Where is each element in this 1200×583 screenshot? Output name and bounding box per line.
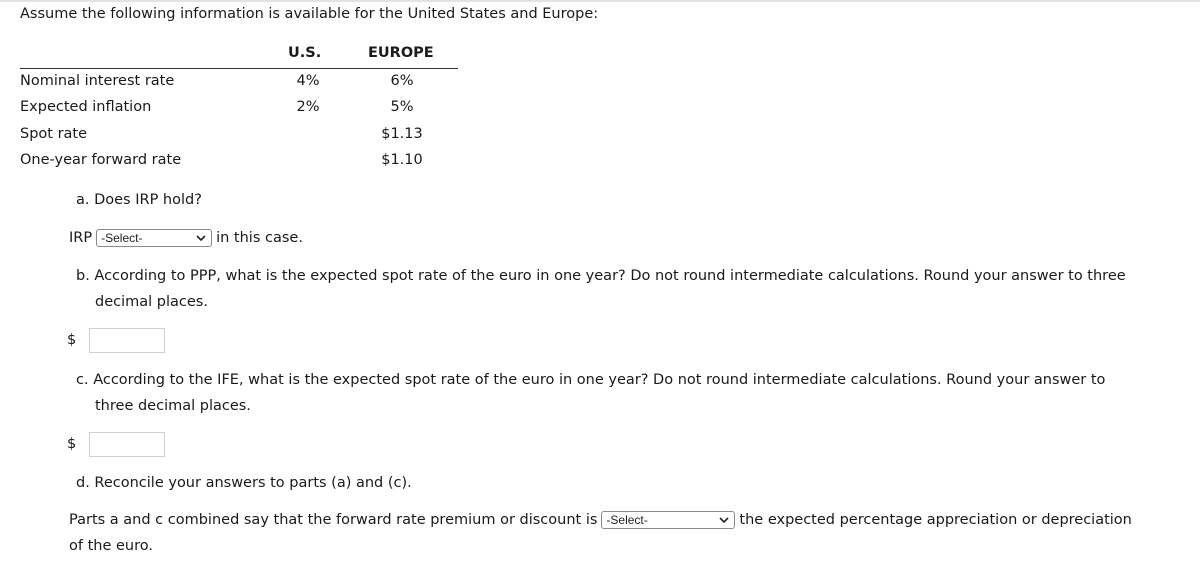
cell-europe: 6%: [390, 73, 414, 89]
forward-premium-select[interactable]: -Select-: [601, 511, 736, 529]
row-label: Expected inflation: [20, 99, 152, 115]
part-d-answer-row: Parts a and c combined say that the forw…: [69, 511, 1132, 529]
table-header-rule: [20, 68, 458, 69]
part-a-suffix: in this case.: [216, 230, 303, 246]
select-value: -Select-: [101, 231, 143, 245]
row-label: One-year forward rate: [20, 152, 182, 168]
table-header-us: U.S.: [288, 45, 322, 61]
table-header-europe: EUROPE: [368, 45, 434, 61]
cell-europe: $1.10: [381, 152, 423, 168]
part-a-answer-row: IRP -Select- in this case.: [69, 229, 303, 247]
part-b-question-line2: decimal places.: [95, 294, 208, 310]
cell-us: 2%: [296, 99, 320, 115]
part-c-question-line2: three decimal places.: [95, 398, 251, 414]
irp-hold-select[interactable]: -Select-: [96, 229, 213, 247]
cell-europe: $1.13: [381, 126, 423, 142]
chevron-down-icon: [719, 517, 729, 524]
row-label: Nominal interest rate: [20, 73, 175, 89]
cell-us: 4%: [296, 73, 320, 89]
part-d-question: d. Reconcile your answers to parts (a) a…: [76, 475, 412, 491]
ife-spot-rate-input[interactable]: [89, 432, 165, 457]
chevron-down-icon: [196, 235, 206, 242]
row-label: Spot rate: [20, 126, 88, 142]
part-d-prefix: Parts a and c combined say that the forw…: [69, 512, 598, 528]
part-b-currency: $: [67, 332, 77, 348]
part-b-question-line1: b. According to PPP, what is the expecte…: [76, 268, 1126, 284]
part-c-question-line1: c. According to the IFE, what is the exp…: [76, 372, 1106, 388]
part-c-currency: $: [67, 436, 77, 452]
part-d-suffix: the expected percentage appreciation or …: [739, 512, 1132, 528]
select-value: -Select-: [606, 513, 648, 527]
intro-text: Assume the following information is avai…: [20, 6, 599, 22]
part-a-question: a. Does IRP hold?: [76, 192, 202, 208]
part-d-suffix-line2: of the euro.: [69, 538, 153, 554]
cell-europe: 5%: [390, 99, 414, 115]
irp-label: IRP: [69, 230, 93, 246]
ppp-spot-rate-input[interactable]: [89, 328, 165, 353]
